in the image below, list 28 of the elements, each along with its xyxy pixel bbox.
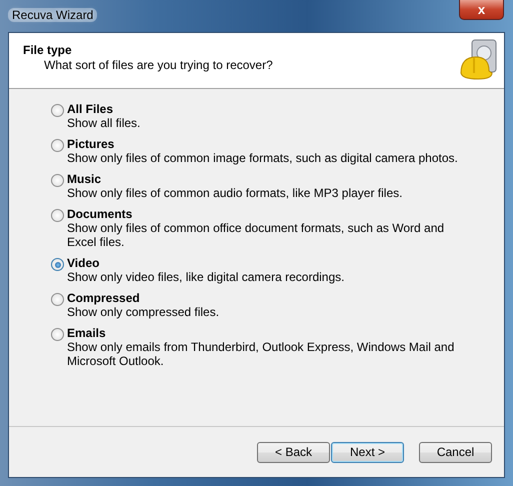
wizard-button[interactable]: Next > <box>331 442 404 462</box>
option-label[interactable]: Video <box>67 256 100 270</box>
option-description: Show only files of common office document formats, such as Word and Excel files. <box>67 221 446 249</box>
option-description: Show only compressed files. <box>67 305 220 319</box>
radio-button[interactable] <box>51 104 64 117</box>
option-description: Show only files of common image formats, such as digital camera photos. <box>67 151 458 165</box>
page-title: File type <box>23 43 73 57</box>
radio-button[interactable] <box>51 139 64 152</box>
option-label[interactable]: All Files <box>67 102 114 116</box>
radio-button[interactable] <box>51 209 64 222</box>
option-description: Show all files. <box>67 116 140 130</box>
option-description: Show only emails from Thunderbird, Outlook Express, Windows Mail and Microsoft Outlook. <box>67 340 456 368</box>
radio-button[interactable] <box>51 328 64 341</box>
hard-hat-drive-icon <box>458 39 498 81</box>
close-button[interactable]: x <box>459 0 504 20</box>
radio-button[interactable] <box>51 258 64 271</box>
option-label[interactable]: Compressed <box>67 291 140 305</box>
page-subtitle: What sort of files are you trying to recover? <box>44 58 273 72</box>
option-description: Show only files of common audio formats, like MP3 player files. <box>67 186 402 200</box>
option-label[interactable]: Documents <box>67 207 132 221</box>
radio-button[interactable] <box>51 174 64 187</box>
option-label[interactable]: Music <box>67 172 102 186</box>
wizard-button[interactable]: < Back <box>257 442 330 462</box>
option-label[interactable]: Pictures <box>67 137 114 151</box>
radio-button[interactable] <box>51 293 64 306</box>
option-label[interactable]: Emails <box>67 326 106 340</box>
option-description: Show only video files, like digital camera recordings. <box>67 270 344 284</box>
wizard-button[interactable]: Cancel <box>419 442 492 462</box>
